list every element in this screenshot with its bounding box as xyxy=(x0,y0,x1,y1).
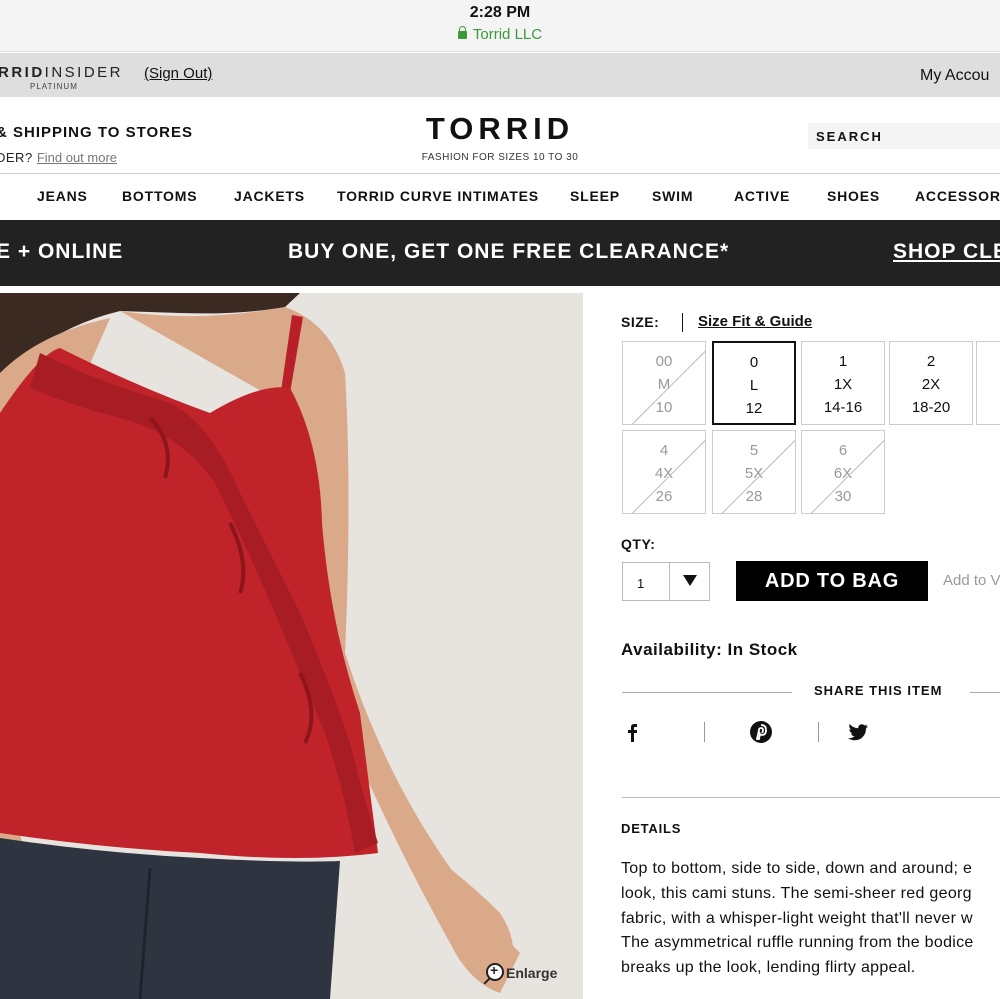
details-line: breaks up the look, lending flirty appea… xyxy=(621,959,916,977)
nav-jackets[interactable]: JACKETS xyxy=(234,188,305,204)
details-divider xyxy=(622,797,1000,798)
size-option-0[interactable]: 0 L 12 xyxy=(712,341,796,425)
chevron-down-icon[interactable] xyxy=(683,575,697,586)
share-divider-left xyxy=(622,692,792,693)
brand-tagline: FASHION FOR SIZES 10 TO 30 xyxy=(421,152,579,163)
details-line: look, this cami stuns. The semi-sheer re… xyxy=(621,884,972,902)
size-guide-link[interactable]: Size Fit & Guide xyxy=(698,313,812,330)
insider-logo: RRIDINSIDER xyxy=(0,64,124,81)
search-input[interactable] xyxy=(808,123,1000,149)
nav-bottoms[interactable]: BOTTOMS xyxy=(122,188,197,204)
qty-label: QTY: xyxy=(621,536,656,552)
nav-active[interactable]: ACTIVE xyxy=(734,188,790,204)
nav-shoes[interactable]: SHOES xyxy=(827,188,880,204)
qty-value: 1 xyxy=(637,576,645,591)
size-option-1[interactable]: 1 1X 14-16 xyxy=(801,341,885,425)
availability-status: Availability: In Stock xyxy=(621,640,798,659)
promo-question: DER? Find out more xyxy=(0,150,118,165)
details-line: Top to bottom, side to side, down and ar… xyxy=(621,860,973,877)
details-line: fabric, with a whisper-light weight that… xyxy=(621,909,973,927)
nav-intimates[interactable]: TORRID CURVE INTIMATES xyxy=(337,188,539,204)
details-description: Top to bottom, side to side, down and ar… xyxy=(621,857,1000,981)
search-box[interactable] xyxy=(808,123,1000,149)
find-out-more-link[interactable]: Find out more xyxy=(37,150,117,165)
shop-clearance-link[interactable]: SHOP CLE xyxy=(893,240,1000,264)
enlarge-label: Enlarge xyxy=(506,965,558,981)
my-account-link[interactable]: My Accou xyxy=(920,67,989,85)
share-divider-right xyxy=(970,692,1000,693)
twitter-icon[interactable] xyxy=(846,720,870,744)
promo-banner: E + ONLINE BUY ONE, GET ONE FREE CLEARAN… xyxy=(0,220,1000,286)
pinterest-icon[interactable] xyxy=(749,720,773,744)
share-separator xyxy=(704,722,705,742)
status-time: 2:28 PM xyxy=(469,4,531,21)
size-option-6[interactable]: 6 6X 30 xyxy=(801,430,885,514)
insider-bar: RRIDINSIDER PLATINUM (Sign Out) My Accou xyxy=(0,53,1000,97)
qty-select[interactable]: 1 xyxy=(622,562,710,601)
site-name: Torrid LLC xyxy=(472,26,543,43)
details-line: The asymmetrical ruffle running from the… xyxy=(621,934,974,952)
site-header: & SHIPPING TO STORES DER? Find out more … xyxy=(0,97,1000,174)
status-bar: 2:28 PM Torrid LLC xyxy=(0,0,1000,52)
product-image[interactable] xyxy=(0,293,583,999)
nav-accessories[interactable]: ACCESSORI xyxy=(915,188,1000,204)
qty-separator xyxy=(669,563,670,600)
promo-shipping: & SHIPPING TO STORES xyxy=(0,124,193,141)
add-to-bag-button[interactable]: ADD TO BAG xyxy=(736,561,928,601)
facebook-icon[interactable] xyxy=(624,720,640,744)
nav-swim[interactable]: SWIM xyxy=(652,188,693,204)
lock-icon xyxy=(457,26,467,39)
nav-jeans[interactable]: JEANS xyxy=(37,188,88,204)
main-nav: JEANS BOTTOMS JACKETS TORRID CURVE INTIM… xyxy=(0,174,1000,220)
sign-out-link[interactable]: (Sign Out) xyxy=(144,65,212,82)
insider-tier: PLATINUM xyxy=(30,82,78,91)
size-option-2[interactable]: 2 2X 18-20 xyxy=(889,341,973,425)
share-title: SHARE THIS ITEM xyxy=(814,683,943,698)
share-separator xyxy=(818,722,819,742)
nav-sleep[interactable]: SLEEP xyxy=(570,188,620,204)
secure-site-label: Torrid LLC xyxy=(0,26,1000,43)
zoom-icon xyxy=(486,962,504,981)
size-option-00[interactable]: 00 M 10 xyxy=(622,341,706,425)
enlarge-button[interactable]: Enlarge xyxy=(486,962,558,981)
size-label: SIZE: xyxy=(621,314,660,330)
add-to-wishlist-link[interactable]: Add to V xyxy=(943,572,1000,589)
banner-headline: BUY ONE, GET ONE FREE CLEARANCE* xyxy=(288,240,730,263)
size-option-4[interactable]: 4 4X 26 xyxy=(622,430,706,514)
size-option-3[interactable] xyxy=(976,341,1000,425)
product-photo-illustration xyxy=(0,293,583,999)
size-option-5[interactable]: 5 5X 28 xyxy=(712,430,796,514)
banner-left-text: E + ONLINE xyxy=(0,240,124,263)
details-title: DETAILS xyxy=(621,821,682,836)
size-divider xyxy=(682,313,683,332)
brand-logo[interactable]: TORRID xyxy=(380,111,620,147)
